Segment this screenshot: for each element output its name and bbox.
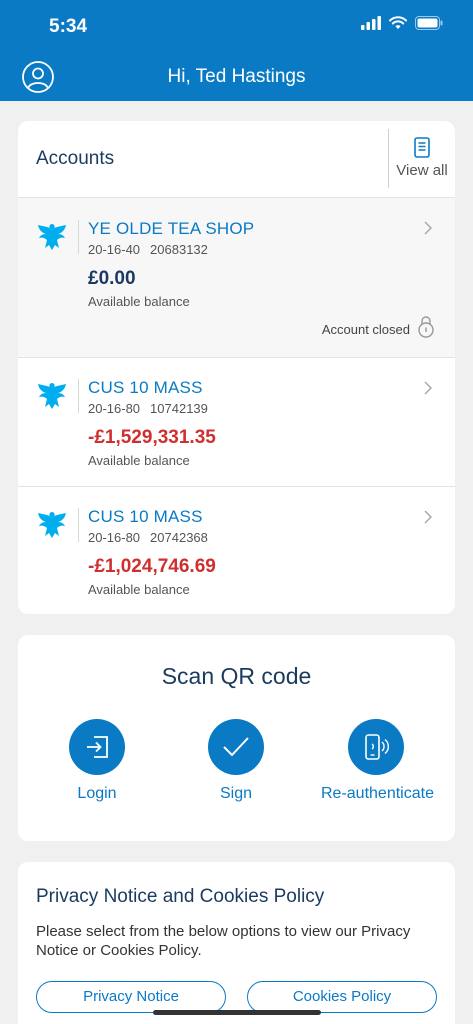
account-balance: -£1,529,331.35 bbox=[88, 427, 216, 448]
account-balance: £0.00 bbox=[88, 268, 136, 289]
privacy-notice-button[interactable]: Privacy Notice bbox=[36, 981, 226, 1013]
lock-icon bbox=[418, 316, 434, 338]
account-details: 20-16-80 10742139 bbox=[88, 401, 218, 416]
privacy-description: Please select from the below options to … bbox=[36, 923, 411, 959]
accounts-title: Accounts bbox=[36, 148, 115, 169]
qr-reauth-button[interactable]: Re-authenticate bbox=[321, 719, 434, 803]
account-details: 20-16-80 20742368 bbox=[88, 530, 218, 545]
document-icon bbox=[414, 137, 430, 158]
qr-reauth-label: Re-authenticate bbox=[321, 785, 434, 802]
account-status: Account closed bbox=[321, 322, 410, 337]
greeting-title: Hi, Ted Hastings bbox=[167, 66, 306, 87]
signal-icon bbox=[361, 16, 381, 30]
scan-qr-card: Scan QR code Login Sign Re-authenticate bbox=[18, 635, 455, 841]
barclays-eagle-icon bbox=[38, 512, 66, 538]
chevron-right-icon bbox=[424, 510, 433, 524]
row-divider bbox=[78, 220, 79, 254]
privacy-title: Privacy Notice and Cookies Policy bbox=[36, 886, 325, 907]
qr-login-circle[interactable] bbox=[69, 719, 125, 775]
account-name: CUS 10 MASS bbox=[88, 507, 203, 526]
checkmark-icon bbox=[223, 737, 249, 757]
accounts-card: Accounts View all YE OLDE TEA SHOP 20-16… bbox=[18, 121, 455, 614]
account-row[interactable]: CUS 10 MASS 20-16-80 10742139 -£1,529,331… bbox=[18, 358, 455, 487]
accounts-header: Accounts View all bbox=[18, 121, 455, 198]
app-header: 5:34 Hi, Ted Hastings bbox=[0, 0, 473, 101]
account-number: 20742368 bbox=[150, 530, 208, 545]
account-number: 20683132 bbox=[150, 242, 208, 257]
qr-login-label: Login bbox=[77, 785, 117, 802]
chevron-right-icon bbox=[424, 381, 433, 395]
account-row[interactable]: CUS 10 MASS 20-16-80 20742368 -£1,024,746… bbox=[18, 487, 455, 614]
qr-login-button[interactable]: Login bbox=[42, 719, 152, 803]
account-details: 20-16-40 20683132 bbox=[88, 242, 218, 257]
account-name: CUS 10 MASS bbox=[88, 378, 203, 397]
account-row[interactable]: YE OLDE TEA SHOP 20-16-40 20683132 £0.00 … bbox=[18, 198, 455, 358]
status-icons bbox=[361, 16, 443, 30]
sort-code: 20-16-40 bbox=[88, 242, 141, 257]
battery-icon bbox=[415, 16, 443, 30]
row-divider bbox=[78, 508, 79, 542]
qr-sign-circle[interactable] bbox=[208, 719, 264, 775]
sort-code: 20-16-80 bbox=[88, 530, 141, 545]
barclays-eagle-icon bbox=[38, 383, 66, 409]
account-balance: -£1,024,746.69 bbox=[88, 556, 216, 577]
sort-code: 20-16-80 bbox=[88, 401, 141, 416]
wifi-icon bbox=[389, 16, 407, 29]
qr-reauth-circle[interactable] bbox=[348, 719, 404, 775]
qr-sign-button[interactable]: Sign bbox=[181, 719, 291, 803]
status-time: 5:34 bbox=[49, 16, 88, 37]
login-icon bbox=[87, 736, 108, 758]
view-all-button[interactable]: View all bbox=[388, 129, 455, 188]
view-all-label: View all bbox=[396, 162, 448, 179]
phone-contactless-icon bbox=[365, 734, 389, 760]
account-name: YE OLDE TEA SHOP bbox=[88, 219, 255, 238]
qr-sign-label: Sign bbox=[219, 785, 253, 802]
home-indicator[interactable] bbox=[153, 1010, 321, 1015]
balance-label: Available balance bbox=[88, 453, 190, 468]
row-divider bbox=[78, 379, 79, 413]
cookies-policy-button[interactable]: Cookies Policy bbox=[247, 981, 437, 1013]
balance-label: Available balance bbox=[88, 582, 190, 597]
barclays-eagle-icon bbox=[38, 224, 66, 250]
privacy-card: Privacy Notice and Cookies Policy Please… bbox=[18, 862, 455, 1024]
chevron-right-icon bbox=[424, 221, 433, 235]
account-number: 10742139 bbox=[150, 401, 208, 416]
qr-title: Scan QR code bbox=[161, 663, 312, 689]
balance-label: Available balance bbox=[88, 294, 190, 309]
